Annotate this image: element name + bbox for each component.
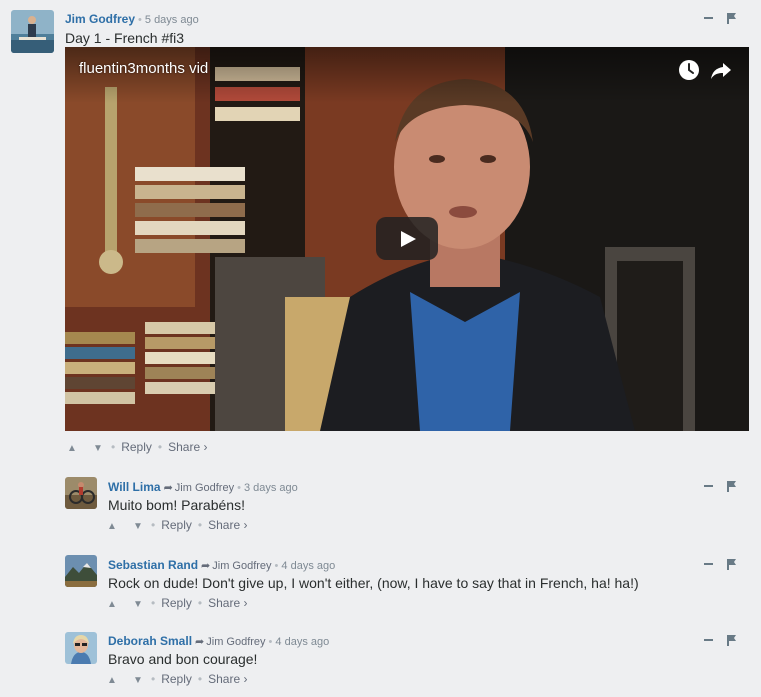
- separator-dot: •: [151, 672, 156, 686]
- author-name[interactable]: Will Lima: [108, 480, 161, 494]
- reply-link[interactable]: Reply: [161, 596, 192, 610]
- separator-dot: •: [197, 672, 203, 686]
- collapse-button[interactable]: [704, 17, 713, 19]
- upvote-icon[interactable]: ▲: [105, 521, 119, 532]
- avatar[interactable]: [11, 10, 54, 53]
- reply-link[interactable]: Reply: [121, 440, 152, 454]
- share-link[interactable]: Share ›: [208, 672, 247, 686]
- timestamp[interactable]: 4 days ago: [281, 560, 335, 572]
- comment-text: Muito bom! Parabéns!: [108, 497, 245, 513]
- comment-header: Sebastian Rand ➦ Jim Godfrey • 4 days ago: [108, 558, 335, 572]
- comment-will-lima: Will Lima ➦ Jim Godfrey • 3 days ago Muito b…: [0, 470, 761, 540]
- timestamp[interactable]: 5 days ago: [145, 14, 199, 26]
- downvote-icon[interactable]: ▼: [131, 521, 145, 532]
- separator-dot: •: [111, 440, 116, 454]
- avatar[interactable]: [65, 555, 97, 587]
- comment-deborah-small: Deborah Small ➦ Jim Godfrey • 4 days ago Bra…: [0, 625, 761, 697]
- upvote-icon[interactable]: ▲: [65, 443, 79, 454]
- collapse-button[interactable]: [704, 563, 713, 565]
- comment-jim-godfrey: Jim Godfrey • 5 days ago Day 1 - French #f…: [0, 0, 761, 460]
- comment-text: Day 1 - French #fi3: [65, 30, 185, 46]
- comment-actions: ▲ ▼ • Reply • Share ›: [105, 672, 247, 686]
- reply-arrow-icon: ➦: [195, 636, 205, 648]
- comment-header: Will Lima ➦ Jim Godfrey • 3 days ago: [108, 480, 298, 494]
- separator-dot: •: [157, 440, 163, 454]
- separator-dot: •: [151, 518, 156, 532]
- comment-sebastian-rand: Sebastian Rand ➦ Jim Godfrey • 4 days ago Ro…: [0, 548, 761, 618]
- comment-actions: ▲ ▼ • Reply • Share ›: [65, 440, 207, 454]
- downvote-icon[interactable]: ▼: [131, 599, 145, 610]
- flag-icon[interactable]: [727, 481, 736, 492]
- downvote-icon[interactable]: ▼: [131, 675, 145, 686]
- reply-arrow-icon: ➦: [163, 482, 173, 494]
- upvote-icon[interactable]: ▲: [105, 599, 119, 610]
- timestamp[interactable]: 3 days ago: [244, 482, 298, 494]
- separator-dot: •: [274, 560, 279, 572]
- share-link[interactable]: Share ›: [208, 518, 247, 532]
- comment-actions: ▲ ▼ • Reply • Share ›: [105, 596, 247, 610]
- collapse-button[interactable]: [704, 485, 713, 487]
- avatar[interactable]: [65, 632, 97, 664]
- separator-dot: •: [138, 14, 142, 26]
- comment-header: Deborah Small ➦ Jim Godfrey • 4 days ago: [108, 634, 329, 648]
- author-name[interactable]: Sebastian Rand: [108, 558, 198, 572]
- reply-to-name[interactable]: Jim Godfrey: [175, 482, 234, 494]
- share-link[interactable]: Share ›: [208, 596, 247, 610]
- reply-arrow-icon: ➦: [201, 560, 211, 572]
- separator-dot: •: [268, 636, 273, 648]
- downvote-icon[interactable]: ▼: [91, 443, 105, 454]
- reply-to-name[interactable]: Jim Godfrey: [212, 560, 271, 572]
- flag-icon[interactable]: [727, 559, 736, 570]
- separator-dot: •: [237, 482, 241, 494]
- play-button[interactable]: [376, 217, 438, 260]
- comment-actions: ▲ ▼ • Reply • Share ›: [105, 518, 247, 532]
- upvote-icon[interactable]: ▲: [105, 675, 119, 686]
- collapse-button[interactable]: [704, 639, 713, 641]
- share-link[interactable]: Share ›: [168, 440, 207, 454]
- reply-link[interactable]: Reply: [161, 518, 192, 532]
- comment-header: Jim Godfrey • 5 days ago: [65, 12, 199, 26]
- separator-dot: •: [197, 596, 203, 610]
- separator-dot: •: [197, 518, 203, 532]
- video-title[interactable]: fluentin3months vid: [79, 60, 208, 77]
- author-name[interactable]: Jim Godfrey: [65, 12, 135, 26]
- flag-icon[interactable]: [727, 635, 736, 646]
- comment-text: Rock on dude! Don't give up, I won't eit…: [108, 575, 639, 591]
- clock-icon[interactable]: [678, 59, 700, 81]
- flag-icon[interactable]: [727, 13, 736, 24]
- avatar[interactable]: [65, 477, 97, 509]
- share-arrow-icon[interactable]: [710, 59, 732, 81]
- separator-dot: •: [151, 596, 156, 610]
- reply-link[interactable]: Reply: [161, 672, 192, 686]
- video-embed[interactable]: fluentin3months vid: [65, 47, 749, 431]
- author-name[interactable]: Deborah Small: [108, 634, 192, 648]
- timestamp[interactable]: 4 days ago: [275, 636, 329, 648]
- comment-text: Bravo and bon courage!: [108, 651, 258, 667]
- reply-to-name[interactable]: Jim Godfrey: [206, 636, 265, 648]
